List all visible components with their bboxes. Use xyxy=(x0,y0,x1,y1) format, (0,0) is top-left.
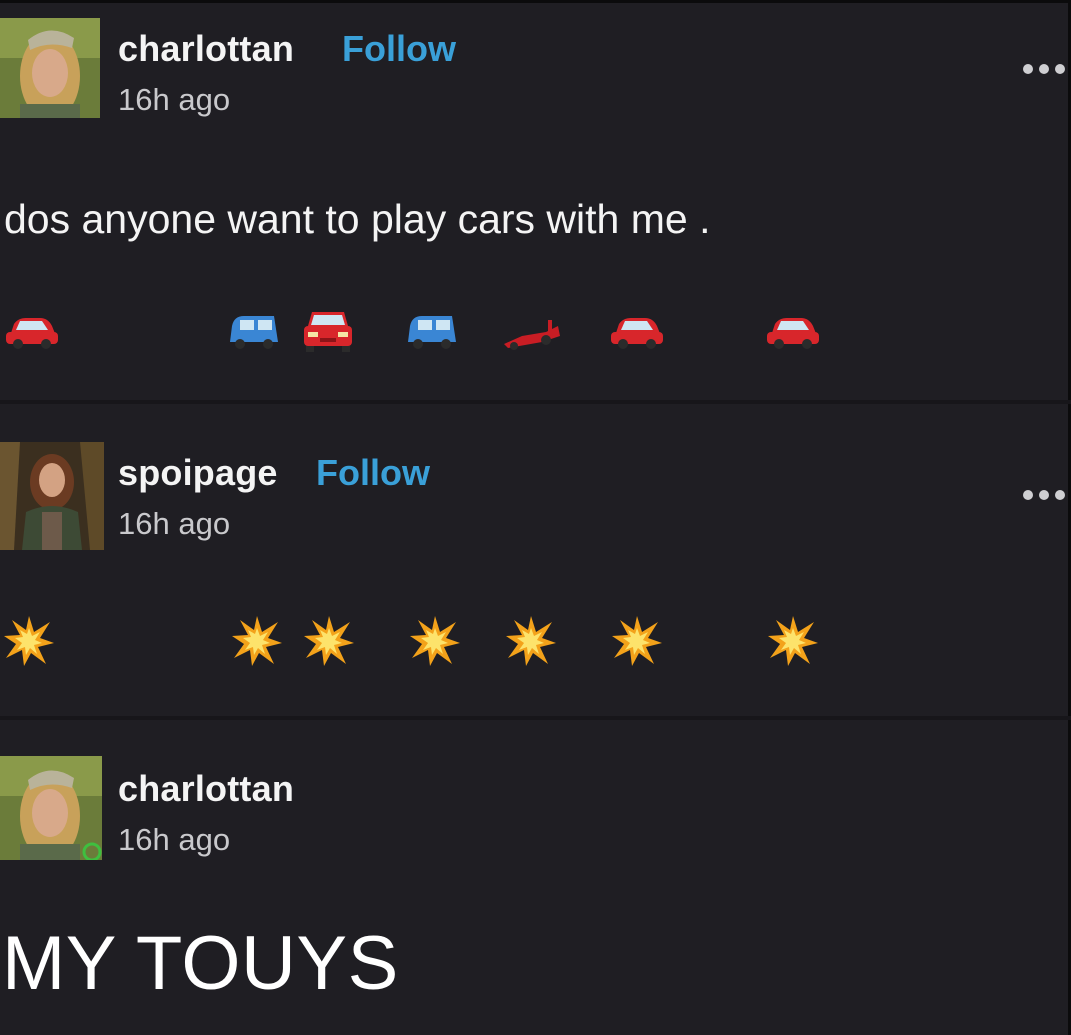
avatar[interactable] xyxy=(0,442,104,550)
red-car-icon xyxy=(6,318,58,349)
collision-icon xyxy=(410,616,460,666)
red-car-icon xyxy=(767,318,819,349)
post-3: charlottan 16h ago MY TOUYS xyxy=(0,720,1071,1035)
avatar[interactable] xyxy=(0,756,102,860)
post-text: MY TOUYS xyxy=(2,921,399,1006)
blue-suv-icon xyxy=(230,316,278,349)
more-options-icon[interactable] xyxy=(1023,62,1071,76)
emoji-row xyxy=(0,614,1071,674)
timestamp: 16h ago xyxy=(118,506,231,541)
username[interactable]: charlottan xyxy=(118,768,294,810)
timestamp: 16h ago xyxy=(118,82,231,117)
collision-icon xyxy=(768,616,818,666)
red-car-front-icon xyxy=(304,312,352,352)
collision-icon xyxy=(612,616,662,666)
red-car-icon xyxy=(611,318,663,349)
emoji-row xyxy=(0,306,1071,366)
timestamp: 16h ago xyxy=(118,822,231,857)
follow-button[interactable]: Follow xyxy=(316,452,430,494)
collision-icon xyxy=(232,616,282,666)
avatar-image xyxy=(0,442,104,550)
post-1: charlottan Follow 16h ago dos anyone wan… xyxy=(0,0,1071,400)
avatar-image xyxy=(0,18,100,118)
race-car-icon xyxy=(504,320,560,350)
collision-icon xyxy=(4,616,54,666)
post-2: spoipage Follow 16h ago xyxy=(0,404,1071,716)
collision-icon xyxy=(304,616,354,666)
collision-icon xyxy=(506,616,556,666)
more-options-icon[interactable] xyxy=(1023,488,1071,502)
avatar[interactable] xyxy=(0,18,100,118)
blue-suv-icon xyxy=(408,316,456,349)
username[interactable]: charlottan xyxy=(118,28,294,70)
username[interactable]: spoipage xyxy=(118,452,278,494)
follow-button[interactable]: Follow xyxy=(342,28,456,70)
avatar-image xyxy=(0,756,102,860)
post-text: dos anyone want to play cars with me . xyxy=(4,196,711,242)
